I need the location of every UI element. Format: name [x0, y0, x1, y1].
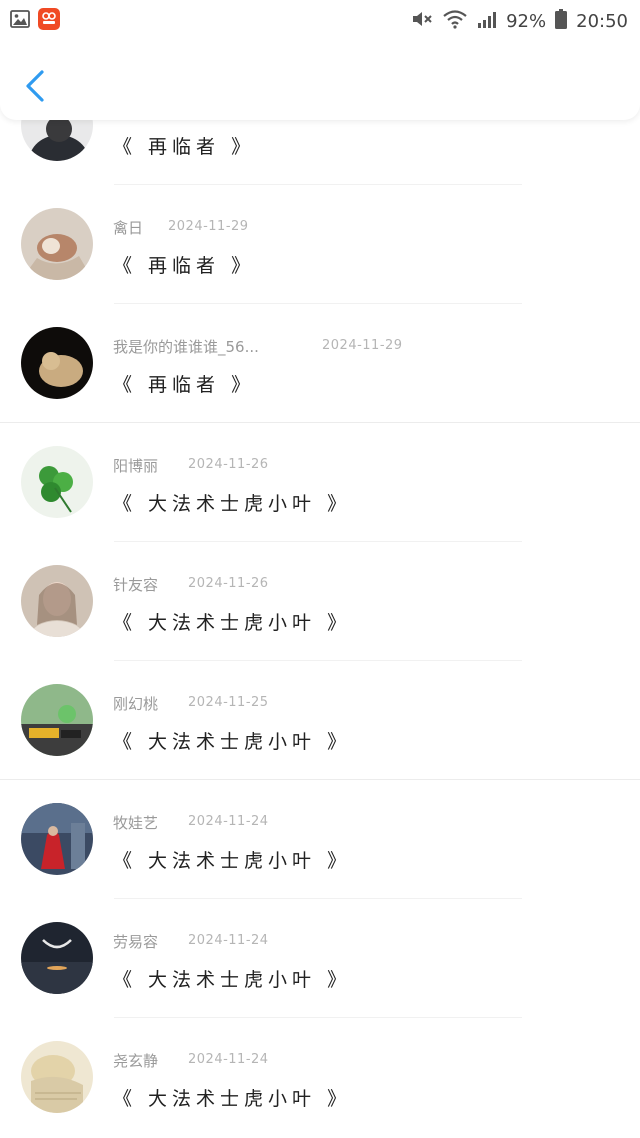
message-row[interactable]: 劳易容 2024-11-24 《 大法术士虎小叶 》 — [0, 899, 640, 1018]
sender-name: 禽日 — [113, 219, 144, 237]
sender-name: 尧玄静 — [113, 1052, 159, 1070]
message-date: 2024-11-25 — [188, 695, 269, 710]
message-row[interactable]: 尧玄静 2024-11-24 《 大法术士虎小叶 》 — [0, 1018, 640, 1137]
battery-percent: 92% — [506, 11, 547, 32]
sender-name: 劳易容 — [113, 933, 159, 951]
message-text: 《 再临者 》 — [113, 255, 256, 277]
message-text: 《 大法术士虎小叶 》 — [113, 850, 352, 872]
signal-icon — [477, 10, 497, 33]
message-date: 2024-11-24 — [188, 1052, 269, 1067]
message-row[interactable]: 牧娃艺 2024-11-24 《 大法术士虎小叶 》 — [0, 780, 640, 899]
sender-name: 牧娃艺 — [113, 814, 159, 832]
app-icon — [38, 8, 60, 34]
message-text: 《 大法术士虎小叶 》 — [113, 731, 352, 753]
clock: 20:50 — [576, 11, 628, 32]
message-text: 《 大法术士虎小叶 》 — [113, 612, 352, 634]
message-row[interactable]: 刚幻桃 2024-11-25 《 大法术士虎小叶 》 — [0, 661, 640, 780]
message-row[interactable]: 禽日 2024-11-29 《 再临者 》 — [0, 185, 640, 304]
message-text: 《 大法术士虎小叶 》 — [113, 1088, 352, 1110]
back-button[interactable] — [20, 66, 52, 106]
message-date: 2024-11-26 — [188, 576, 269, 591]
message-text: 《 再临者 》 — [113, 374, 256, 396]
avatar — [21, 1041, 93, 1113]
message-text: 《 大法术士虎小叶 》 — [113, 969, 352, 991]
sender-name: 刚幻桃 — [113, 695, 159, 713]
avatar — [21, 803, 93, 875]
avatar — [21, 565, 93, 637]
avatar — [21, 208, 93, 280]
message-text: 《 大法术士虎小叶 》 — [113, 493, 352, 515]
header-bar — [0, 40, 640, 120]
mute-icon — [411, 9, 433, 34]
message-date: 2024-11-24 — [188, 814, 269, 829]
message-text: 《 再临者 》 — [113, 136, 256, 158]
sender-name: 我是你的谁谁谁_56... — [113, 338, 259, 356]
gallery-icon — [10, 9, 30, 33]
message-row[interactable]: 阳博丽 2024-11-26 《 大法术士虎小叶 》 — [0, 423, 640, 542]
message-date: 2024-11-24 — [188, 933, 269, 948]
status-bar: 92% 20:50 — [0, 0, 640, 40]
message-row[interactable]: 针友容 2024-11-26 《 大法术士虎小叶 》 — [0, 542, 640, 661]
message-row[interactable]: 我是你的谁谁谁_56... 2024-11-29 《 再临者 》 — [0, 304, 640, 423]
avatar — [21, 922, 93, 994]
avatar — [21, 684, 93, 756]
avatar — [21, 446, 93, 518]
chevron-left-icon — [20, 70, 52, 110]
wifi-icon — [442, 9, 468, 34]
battery-icon — [555, 9, 568, 34]
message-date: 2024-11-26 — [188, 457, 269, 472]
message-date: 2024-11-29 — [168, 219, 249, 234]
sender-name: 阳博丽 — [113, 457, 159, 475]
sender-name: 针友容 — [113, 576, 159, 594]
message-date: 2024-11-29 — [322, 338, 403, 353]
avatar — [21, 327, 93, 399]
